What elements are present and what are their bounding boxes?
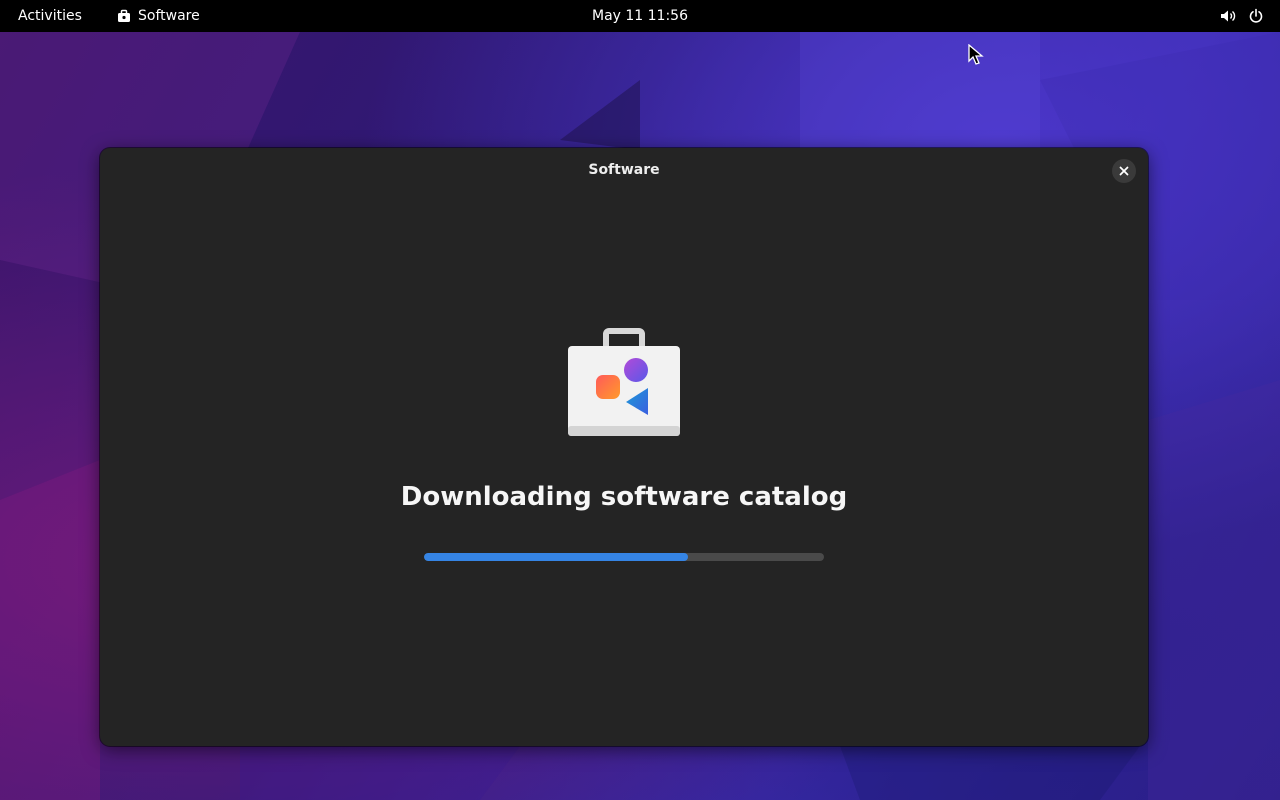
- clock-button[interactable]: May 11 11:56: [592, 8, 688, 24]
- download-progress-bar: [424, 553, 824, 561]
- progress-fill: [424, 553, 688, 561]
- top-bar: Activities Software May 11 11:56: [0, 0, 1280, 32]
- mouse-pointer-icon: [968, 43, 984, 70]
- app-menu-label: Software: [138, 8, 200, 24]
- close-icon: [1119, 166, 1129, 176]
- software-window: Software Downloading software catalog: [100, 148, 1148, 746]
- status-heading: Downloading software catalog: [400, 482, 848, 512]
- software-bag-icon: [117, 9, 131, 23]
- software-logo-icon: [566, 326, 682, 438]
- window-title: Software: [588, 162, 660, 178]
- close-button[interactable]: [1112, 159, 1136, 183]
- activities-button[interactable]: Activities: [18, 0, 82, 32]
- app-menu-button[interactable]: Software: [117, 0, 200, 32]
- volume-icon[interactable]: [1220, 8, 1236, 24]
- power-icon[interactable]: [1248, 8, 1264, 24]
- system-tray[interactable]: [1220, 0, 1264, 32]
